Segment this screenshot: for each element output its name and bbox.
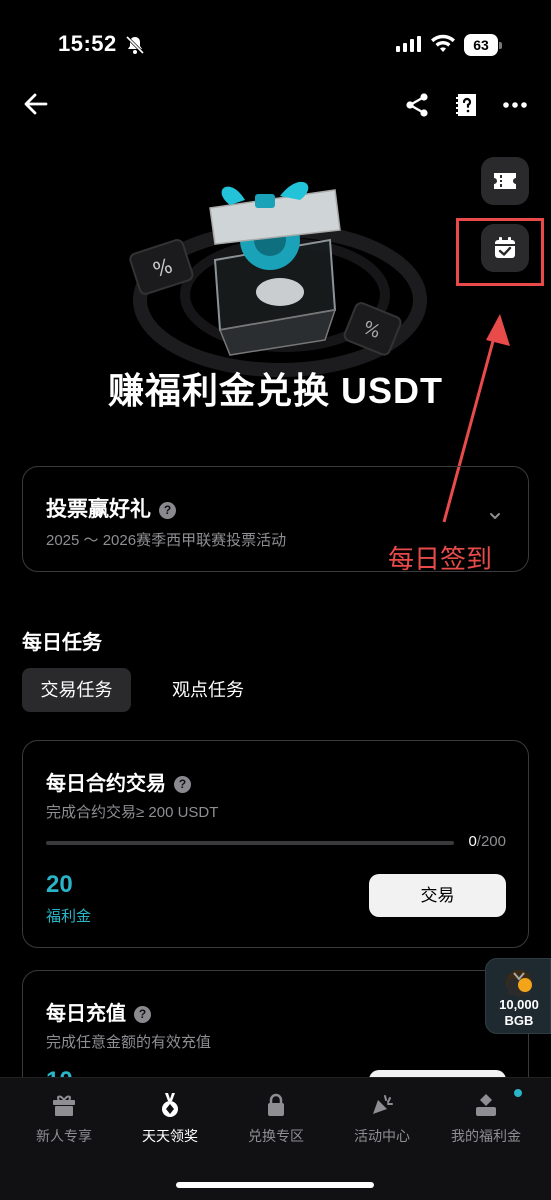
task-card-futures-trade: 每日合约交易? 完成合约交易≥ 200 USDT 0/200 20 福利金 交易 (22, 740, 529, 948)
annotation-highlight-box (456, 218, 544, 286)
vote-event-card[interactable]: 投票赢好礼? 2025 ～ 2026赛季西甲联赛投票活动 (22, 466, 529, 572)
megaphone-icon (373, 1095, 393, 1114)
nav-item-label: 我的福利金 (451, 1128, 521, 1144)
medal-icon (162, 1093, 178, 1117)
task-progress-bar (46, 841, 454, 845)
daily-tasks-title: 每日任务 (22, 632, 102, 654)
gift-bag-icon (506, 970, 532, 996)
vote-card-title: 投票赢好礼? (46, 493, 176, 523)
reward-value: 20 (46, 871, 73, 898)
nav-item-label: 活动中心 (354, 1128, 410, 1144)
nav-item-exchange[interactable]: 兑换专区 (226, 1092, 326, 1152)
chevron-down-icon[interactable] (488, 509, 502, 523)
tab-trading-tasks[interactable]: 交易任务 (22, 668, 131, 712)
gift-box-illustration: % % (129, 181, 427, 377)
bell-off-icon (125, 35, 145, 55)
trade-button[interactable]: 交易 (369, 874, 506, 917)
nav-item-daily-rewards[interactable]: 天天领奖 (120, 1092, 220, 1152)
wifi-icon (431, 34, 455, 52)
task-progress-text: 0/200 (468, 833, 506, 850)
badge-amount: 10,000 (499, 997, 539, 1012)
wallet-icon (476, 1094, 496, 1116)
back-arrow-icon[interactable] (22, 90, 50, 118)
status-bar: 15:52 63 (0, 0, 551, 80)
nav-item-label: 新人专享 (36, 1128, 92, 1144)
vote-card-subtitle: 2025 ～ 2026赛季西甲联赛投票活动 (46, 532, 287, 549)
cellular-signal-icon (396, 36, 421, 52)
help-circle-icon[interactable]: ? (134, 1006, 151, 1023)
bgb-reward-badge[interactable]: 10,000 BGB (485, 958, 551, 1034)
lock-icon (268, 1093, 284, 1116)
help-circle-icon[interactable]: ? (174, 776, 191, 793)
battery-indicator: 63 (464, 34, 502, 56)
nav-item-label: 兑换专区 (248, 1128, 304, 1144)
ticket-icon (494, 173, 516, 189)
share-icon[interactable] (404, 92, 430, 118)
task-title: 每日充值? (46, 997, 151, 1026)
nav-item-activity-center[interactable]: 活动中心 (332, 1092, 432, 1152)
nav-item-my-welfare[interactable]: 我的福利金 (436, 1092, 536, 1152)
notification-dot (514, 1089, 522, 1097)
nav-item-newcomer[interactable]: 新人专享 (14, 1092, 114, 1152)
battery-level: 63 (473, 37, 489, 53)
more-options-icon[interactable] (502, 92, 528, 118)
tab-opinion-tasks[interactable]: 观点任务 (156, 668, 260, 712)
task-title: 每日合约交易? (46, 767, 191, 796)
status-time: 15:52 (58, 31, 117, 56)
coupon-button[interactable] (481, 157, 529, 205)
help-document-icon[interactable] (454, 92, 480, 118)
badge-currency: BGB (504, 1013, 534, 1028)
home-indicator (176, 1182, 374, 1188)
task-subtitle: 完成任意金额的有效充值 (46, 1034, 212, 1051)
gift-icon (53, 1095, 75, 1116)
task-subtitle: 完成合约交易≥ 200 USDT (46, 804, 219, 821)
nav-item-label: 天天领奖 (142, 1128, 198, 1144)
reward-unit: 福利金 (46, 908, 92, 925)
help-circle-icon[interactable]: ? (159, 502, 176, 519)
